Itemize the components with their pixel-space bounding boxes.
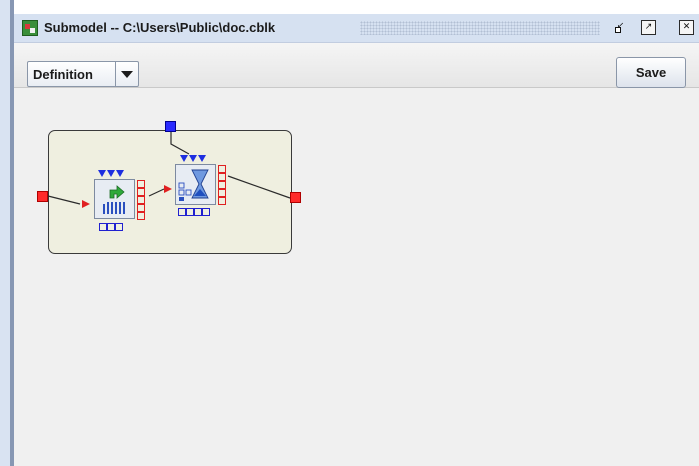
activity-block[interactable]	[94, 179, 135, 219]
value-input-icon	[98, 170, 106, 177]
submodel-input-port[interactable]	[37, 191, 48, 202]
view-selector-value: Definition	[33, 67, 93, 82]
item-output-connector[interactable]	[218, 173, 226, 181]
item-output-connector[interactable]	[218, 181, 226, 189]
value-input-icon	[107, 170, 115, 177]
value-output-connector[interactable]	[107, 223, 115, 231]
activity-block-icon	[103, 185, 125, 214]
window-title: Submodel -- C:\Users\Public\doc.cblk	[44, 20, 276, 35]
output-connection-line[interactable]	[227, 175, 291, 199]
value-output-connector[interactable]	[194, 208, 202, 216]
close-icon[interactable]: ✕	[679, 20, 694, 35]
item-output-connector[interactable]	[137, 212, 145, 220]
item-output-connector[interactable]	[218, 189, 226, 197]
input-connection-line[interactable]	[47, 195, 81, 205]
title-bar-grip	[360, 21, 600, 35]
value-input-icon	[116, 170, 124, 177]
model-canvas[interactable]	[14, 88, 699, 466]
value-input-icon	[180, 155, 188, 162]
link-arrow-icon	[164, 185, 172, 193]
value-output-connector[interactable]	[115, 223, 123, 231]
save-button[interactable]: Save	[616, 57, 686, 88]
item-output-connector[interactable]	[137, 188, 145, 196]
value-output-connector[interactable]	[178, 208, 186, 216]
hourglass-queue-block-icon	[178, 169, 209, 201]
submodel-window: Submodel -- C:\Users\Public\doc.cblk ↙ ↗…	[14, 14, 699, 466]
value-output-connector[interactable]	[99, 223, 107, 231]
queue-block[interactable]	[175, 164, 216, 205]
view-selector[interactable]: Definition	[27, 61, 139, 87]
value-input-icon	[198, 155, 206, 162]
submodel-value-port[interactable]	[165, 121, 176, 132]
maximize-icon[interactable]: ↗	[641, 20, 656, 35]
submodel-output-port[interactable]	[290, 192, 301, 203]
app-icon	[22, 20, 38, 36]
title-bar[interactable]: Submodel -- C:\Users\Public\doc.cblk ↙ ↗…	[14, 14, 699, 43]
value-output-connector[interactable]	[186, 208, 194, 216]
minimize-icon[interactable]: ↙	[613, 20, 628, 35]
item-output-connector[interactable]	[137, 180, 145, 188]
item-output-connector[interactable]	[218, 197, 226, 205]
input-arrow-icon	[82, 200, 90, 208]
connection-lines	[47, 126, 291, 208]
item-output-connector[interactable]	[137, 196, 145, 204]
item-output-connector[interactable]	[218, 165, 226, 173]
item-output-connector[interactable]	[137, 204, 145, 212]
toolbar: Definition Save	[14, 43, 699, 88]
value-output-connector[interactable]	[202, 208, 210, 216]
block-connection-line[interactable]	[148, 188, 165, 197]
window-left-frame	[0, 0, 14, 466]
chevron-down-icon[interactable]	[115, 62, 138, 86]
value-input-icon	[189, 155, 197, 162]
